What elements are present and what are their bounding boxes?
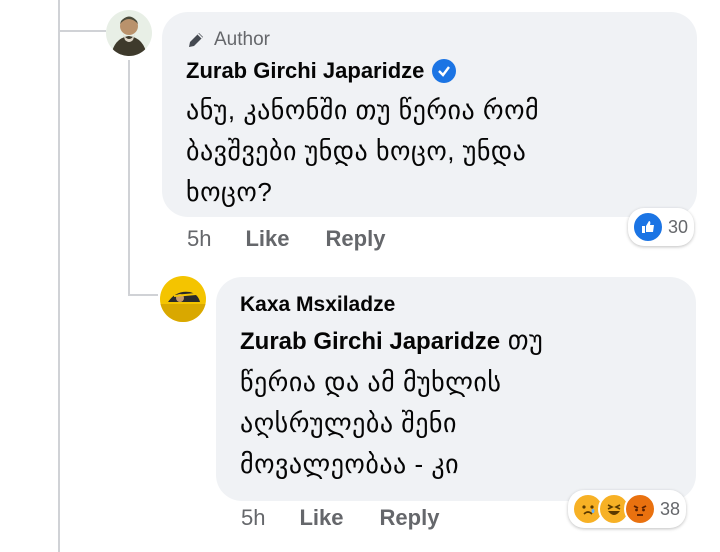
reply-actions: 5h Like Reply <box>241 505 475 531</box>
author-avatar[interactable] <box>106 10 152 56</box>
author-badge-label: Author <box>214 29 270 50</box>
comment-text: ანუ, კანონში თუ წერია რომ ბავშვები უნდა … <box>186 90 539 213</box>
reply-timestamp[interactable]: 5h <box>241 505 265 531</box>
reply-author-label[interactable]: Kaxa Msxiladze <box>240 293 395 317</box>
like-reaction-icon <box>632 211 664 243</box>
verified-badge-icon <box>432 59 457 83</box>
comment-author-name[interactable]: Zurab Girchi Japaridze <box>186 58 457 84</box>
comment-reaction-count: 30 <box>668 216 689 237</box>
reply-author-avatar[interactable] <box>160 276 206 322</box>
reply-reply-button[interactable]: Reply <box>380 505 440 531</box>
reply-line-1: Zurab Girchi Japaridze თუ <box>240 320 543 362</box>
comment-actions: 5h Like Reply <box>187 226 421 252</box>
comment-reply-button[interactable]: Reply <box>326 226 386 252</box>
comment-timestamp[interactable]: 5h <box>187 226 211 252</box>
reply-author-name[interactable]: Kaxa Msxiladze <box>240 293 395 317</box>
angry-reaction-icon <box>624 493 656 525</box>
thread-line-reply-vertical <box>128 60 130 296</box>
thread-line-main <box>58 0 60 552</box>
comment-line-1: ანუ, კანონში თუ წერია რომ <box>186 95 540 125</box>
thread-line-branch <box>58 30 106 32</box>
comment-line-2: ბავშვები უნდა ხოცო, უნდა <box>186 136 527 166</box>
comment-line-3: ხოცო? <box>186 177 273 207</box>
author-badge: Author <box>186 29 270 51</box>
reply-mention-link[interactable]: Zurab Girchi Japaridze <box>240 328 500 355</box>
reply-like-button[interactable]: Like <box>299 505 343 531</box>
reply-line-4: მოვალეობაა - კი <box>240 449 460 479</box>
thread-line-reply-branch <box>128 294 158 296</box>
reply-line-1-rest: თუ <box>500 325 544 355</box>
comment-author-label[interactable]: Zurab Girchi Japaridze <box>186 58 424 84</box>
reply-reactions[interactable]: 38 <box>568 490 687 528</box>
pencil-icon <box>189 33 203 47</box>
reply-reaction-count: 38 <box>660 498 681 519</box>
reply-line-2: წერია და ამ მუხლის <box>240 367 502 397</box>
reply-text: Zurab Girchi Japaridze თუ წერია და ამ მუ… <box>240 320 543 485</box>
reply-line-3: აღსრულება შენი <box>240 408 457 438</box>
comment-reactions[interactable]: 30 <box>628 208 695 246</box>
comment-like-button[interactable]: Like <box>245 226 289 252</box>
